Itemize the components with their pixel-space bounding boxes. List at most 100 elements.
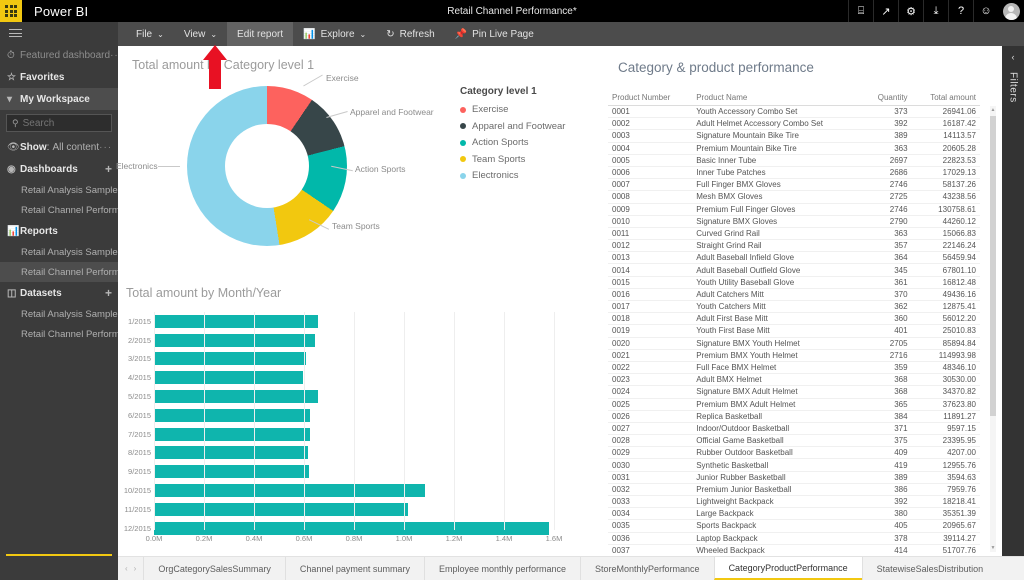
menu-explore[interactable]: 📊 Explore ⌄ [293,22,376,46]
legend-item-action-sports[interactable]: Action Sports [460,137,580,148]
sidebar-item-dashboard-1[interactable]: Retail Channel Performan... [0,200,118,220]
bar-chart-visual[interactable]: Total amount by Month/Year 1/20152/20153… [122,284,562,554]
bar-10-2015[interactable] [154,484,425,497]
donut-chart-visual[interactable]: Total amount by Category level 1 Exercis… [122,54,572,276]
table-row[interactable]: 0006Inner Tube Patches268617029.13 [608,166,980,178]
download-icon[interactable]: ⤓ [923,0,948,22]
table-row[interactable]: 0036Laptop Backpack37839114.27 [608,532,980,544]
table-row[interactable]: 0009Premium Full Finger Gloves2746130758… [608,203,980,215]
sidebar-show-filter[interactable]: 👁 Show: All content ··· [0,136,118,158]
tab-storemonthlyperformance[interactable]: StoreMonthlyPerformance [580,557,714,580]
table-row[interactable]: 0035Sports Backpack40520965.67 [608,520,980,532]
settings-gear-icon[interactable]: ⚙ [898,0,923,22]
legend-item-electronics[interactable]: Electronics [460,170,580,181]
sidebar-collapse-button[interactable] [0,22,118,44]
sidebar-item-report-1[interactable]: Retail Channel Performan... [0,262,118,282]
table-row[interactable]: 0033Lightweight Backpack39218218.41 [608,496,980,508]
table-row[interactable]: 0015Youth Utility Baseball Glove36116812… [608,276,980,288]
table-row[interactable]: 0024Signature BMX Adult Helmet36834370.8… [608,386,980,398]
bar-8-2015[interactable] [154,446,308,459]
sidebar-section-reports[interactable]: 📊 Reports [0,220,118,242]
tab-channel-payment-summary[interactable]: Channel payment summary [285,557,424,580]
table-row[interactable]: 0018Adult First Base Mitt36056012.20 [608,313,980,325]
table-row[interactable]: 0026Replica Basketball38411891.27 [608,410,980,422]
table-row[interactable]: 0030Synthetic Basketball41912955.76 [608,459,980,471]
table-row[interactable]: 0008Mesh BMX Gloves272543238.56 [608,191,980,203]
bar-6-2015[interactable] [154,409,310,422]
table-row[interactable]: 0004Premium Mountain Bike Tire36320605.2… [608,142,980,154]
smiley-icon[interactable]: ☺ [973,0,998,22]
sidebar-item-dataset-0[interactable]: Retail Analysis Sample [0,304,118,324]
column-header-product-name[interactable]: Product Name [692,91,863,106]
table-row[interactable]: 0028Official Game Basketball37523395.95 [608,435,980,447]
legend-item-apparel-and-footwear[interactable]: Apparel and Footwear [460,121,580,132]
table-row[interactable]: 0017Youth Catchers Mitt36212875.41 [608,301,980,313]
tab-categoryproductperformance[interactable]: CategoryProductPerformance [714,557,862,580]
product-performance-table-visual[interactable]: Category & product performance Product N… [604,52,1000,552]
table-row[interactable]: 0016Adult Catchers Mitt37049436.16 [608,288,980,300]
table-row[interactable]: 0020Signature BMX Youth Helmet270585894.… [608,337,980,349]
donut-ring[interactable] [187,86,347,246]
bar-1-2015[interactable] [154,315,318,328]
table-row[interactable]: 0032Premium Junior Basketball3867959.76 [608,483,980,495]
table-row[interactable]: 0023Adult BMX Helmet36830530.00 [608,374,980,386]
column-header-quantity[interactable]: Quantity [864,91,912,106]
menu-view[interactable]: View ⌄ [174,22,227,46]
product-performance-table[interactable]: Product Number Product Name Quantity Tot… [608,91,980,580]
table-row[interactable]: 0037Wheeled Backpack41451707.76 [608,544,980,556]
table-row[interactable]: 0019Youth First Base Mitt40125010.83 [608,325,980,337]
app-launcher-waffle-icon[interactable] [0,0,22,22]
bar-12-2015[interactable] [154,522,549,535]
bar-chart-plot[interactable]: 1/20152/20153/20154/20155/20156/20157/20… [154,312,554,530]
bar-11-2015[interactable] [154,503,408,516]
table-row[interactable]: 0025Premium BMX Adult Helmet36537623.80 [608,398,980,410]
table-row[interactable]: 0005Basic Inner Tube269722823.53 [608,154,980,166]
table-row[interactable]: 0003Signature Mountain Bike Tire38914113… [608,130,980,142]
menu-file[interactable]: File ⌄ [126,22,174,46]
column-header-total-amount[interactable]: Total amount [912,91,980,106]
help-icon[interactable]: ? [948,0,973,22]
sidebar-section-dashboards[interactable]: ◉ Dashboards + [0,158,118,180]
add-dashboard-button[interactable]: + [105,162,112,176]
bar-5-2015[interactable] [154,390,318,403]
sidebar-section-datasets[interactable]: ◫ Datasets + [0,282,118,304]
brand-title[interactable]: Power BI [34,4,88,19]
sidebar-item-favorites[interactable]: ☆ Favorites [0,66,118,88]
table-scrollbar[interactable]: ▲ ▼ [990,106,996,552]
search-input[interactable] [23,118,106,129]
sidebar-item-report-0[interactable]: Retail Analysis Sample [0,242,118,262]
table-row[interactable]: 0014Adult Baseball Outfield Glove3456780… [608,264,980,276]
add-dataset-button[interactable]: + [105,286,112,300]
chevron-left-icon[interactable]: ‹ [1012,52,1015,62]
table-row[interactable]: 0010Signature BMX Gloves279044260.12 [608,215,980,227]
sidebar-item-dataset-1[interactable]: Retail Channel Performan... [0,324,118,344]
table-row[interactable]: 0002Adult Helmet Accessory Combo Set3921… [608,118,980,130]
tab-prev-button[interactable]: ‹ [122,564,131,573]
table-row[interactable]: 0012Straight Grind Rail35722146.24 [608,240,980,252]
table-row[interactable]: 0021Premium BMX Youth Helmet2716114993.9… [608,349,980,361]
table-row[interactable]: 0011Curved Grind Rail36315066.83 [608,227,980,239]
bar-7-2015[interactable] [154,428,310,441]
bar-2-2015[interactable] [154,334,315,347]
edit-report-button[interactable]: Edit report [227,22,293,46]
bar-4-2015[interactable] [154,371,303,384]
sidebar-item-featured-dashboard[interactable]: ⏱ Featured dashboard ··· [0,44,118,66]
bar-9-2015[interactable] [154,465,309,478]
scroll-down-icon[interactable]: ▼ [990,544,996,552]
tab-next-button[interactable]: › [131,564,140,573]
sidebar-item-my-workspace[interactable]: ▾ My Workspace [0,88,118,110]
legend-item-team-sports[interactable]: Team Sports [460,154,580,165]
show-more-icon[interactable]: ··· [99,142,112,153]
pin-live-page-button[interactable]: 📌 Pin Live Page [445,22,544,46]
table-row[interactable]: 0027Indoor/Outdoor Basketball3719597.15 [608,422,980,434]
tab-statewisesalesdistribution[interactable]: StatewiseSalesDistribution [862,557,998,580]
legend-item-exercise[interactable]: Exercise [460,104,580,115]
table-row[interactable]: 0007Full Finger BMX Gloves274658137.26 [608,179,980,191]
donut-chart-plot[interactable] [177,76,357,256]
trend-icon[interactable]: ↗ [873,0,898,22]
search-input-container[interactable]: ⚲ [6,114,112,132]
table-row[interactable]: 0001Youth Accessory Combo Set37326941.06 [608,106,980,118]
column-header-product-number[interactable]: Product Number [608,91,692,106]
feedback-icon[interactable]: ⌸ [848,0,873,22]
scroll-up-icon[interactable]: ▲ [990,106,996,114]
